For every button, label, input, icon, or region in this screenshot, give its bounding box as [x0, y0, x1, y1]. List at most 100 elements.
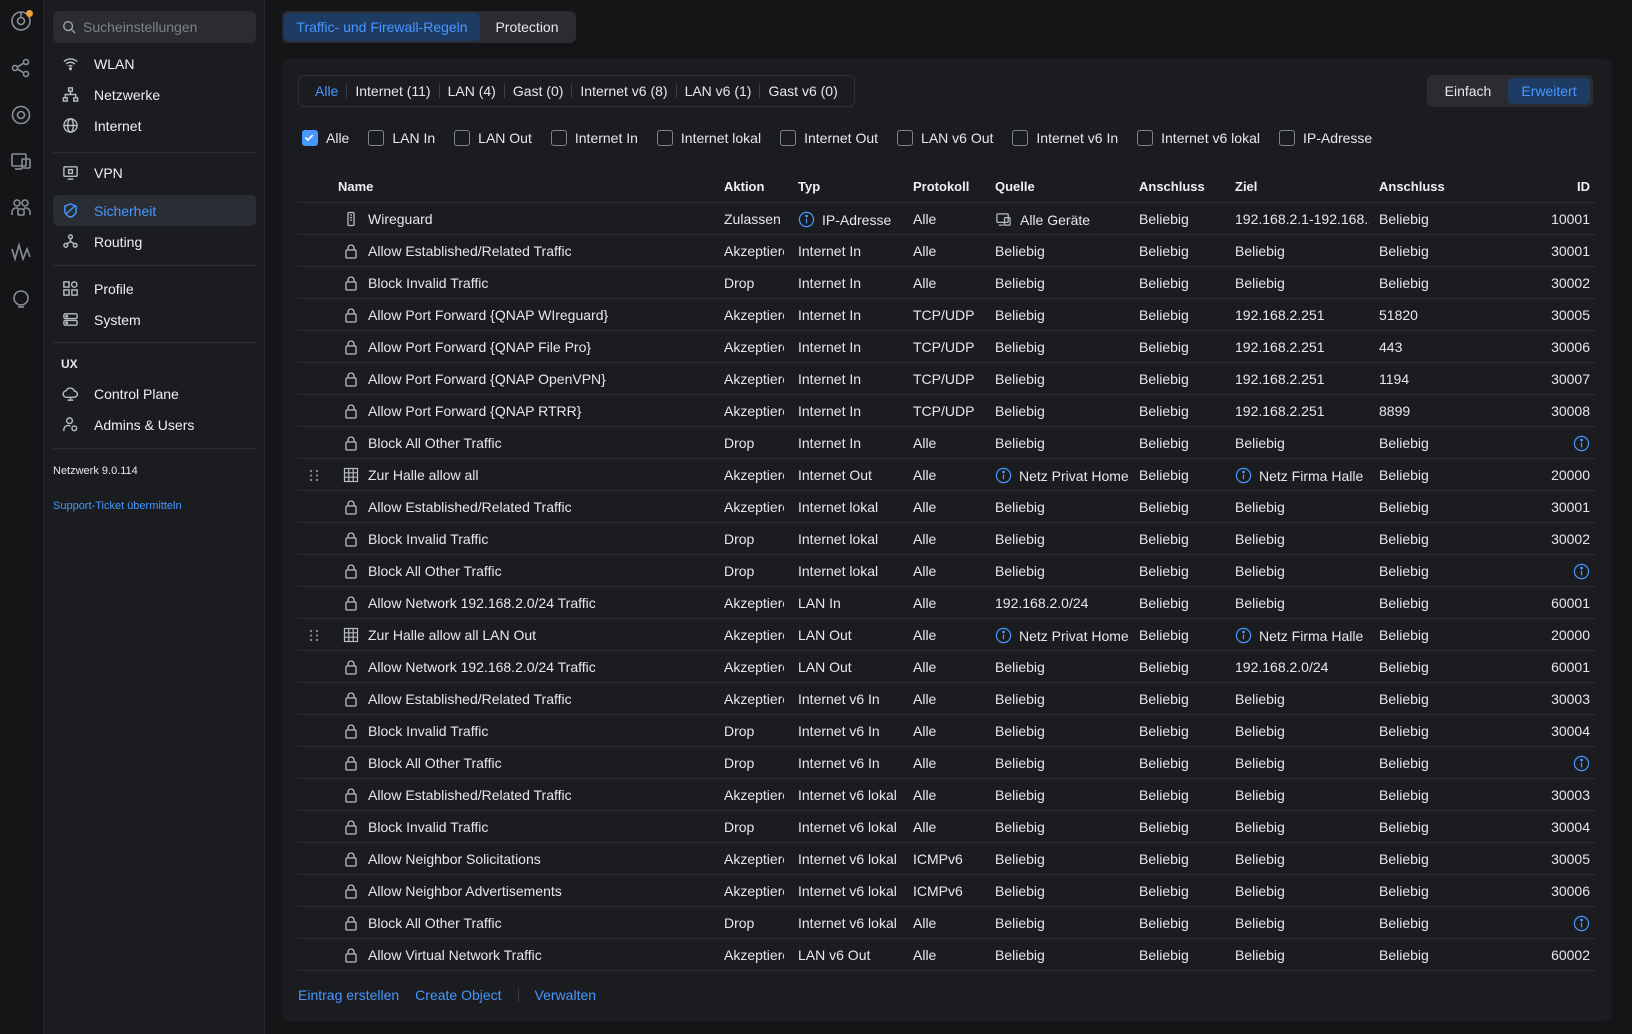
- checkbox-unchecked[interactable]: [1012, 130, 1029, 146]
- checkbox-filter[interactable]: LAN In: [368, 130, 435, 146]
- filter-tab-lan-v6[interactable]: LAN v6 (1): [677, 83, 760, 99]
- filter-tab-gast[interactable]: Gast (0): [505, 83, 572, 99]
- checkbox-filter[interactable]: Internet Out: [780, 130, 878, 146]
- manage-link[interactable]: Verwalten: [535, 987, 596, 1003]
- sidebar-item-admins-users[interactable]: Admins & Users: [53, 409, 256, 440]
- checkbox-unchecked[interactable]: [897, 130, 914, 146]
- sidebar-item-routing[interactable]: Routing: [53, 226, 256, 257]
- table-row[interactable]: Allow Virtual Network Traffic Akzeptieren…: [298, 939, 1596, 971]
- sidebar-item-system[interactable]: System: [53, 304, 256, 335]
- topology-icon[interactable]: [9, 56, 33, 80]
- table-row[interactable]: Allow Established/Related Traffic Akzepti…: [298, 683, 1596, 715]
- rule-source-port: Beliebig: [1139, 595, 1189, 611]
- rule-source-label: Beliebig: [995, 275, 1045, 291]
- checkbox-filter[interactable]: Internet v6 lokal: [1137, 130, 1260, 146]
- target-icon[interactable]: [9, 103, 33, 127]
- info-icon[interactable]: [1235, 627, 1252, 644]
- table-row[interactable]: Allow Established/Related Traffic Akzepti…: [298, 491, 1596, 523]
- filter-tab-internet-v6[interactable]: Internet v6 (8): [572, 83, 675, 99]
- create-object-link[interactable]: Create Object: [415, 987, 501, 1003]
- mode-einfach-button[interactable]: Einfach: [1430, 78, 1506, 104]
- drag-handle-icon[interactable]: [308, 629, 320, 642]
- table-row[interactable]: Block Invalid Traffic Drop Internet In Alle…: [298, 267, 1596, 299]
- checkbox-filter[interactable]: Internet lokal: [656, 130, 761, 146]
- sidebar-item-control-plane[interactable]: Control Plane: [53, 378, 256, 409]
- checkbox-filter[interactable]: LAN v6 Out: [897, 130, 993, 146]
- table-row[interactable]: Allow Port Forward {QNAP WIreguard} Akzep…: [298, 299, 1596, 331]
- filter-tab-alle[interactable]: Alle: [307, 83, 346, 99]
- mode-erweitert-button[interactable]: Erweitert: [1508, 78, 1590, 104]
- table-row[interactable]: Allow Port Forward {QNAP RTRR} Akzeptiere…: [298, 395, 1596, 427]
- table-row[interactable]: Allow Network 192.168.2.0/24 Traffic Akze…: [298, 587, 1596, 619]
- filter-tab-lan[interactable]: LAN (4): [440, 83, 504, 99]
- table-row[interactable]: Allow Port Forward {QNAP File Pro} Akzept…: [298, 331, 1596, 363]
- table-row[interactable]: Block All Other Traffic Drop Internet loka…: [298, 555, 1596, 587]
- info-icon[interactable]: [1573, 563, 1590, 580]
- info-icon[interactable]: [995, 627, 1012, 644]
- checkbox-unchecked[interactable]: [368, 130, 385, 146]
- table-row[interactable]: Block All Other Traffic Drop Internet In Al…: [298, 427, 1596, 459]
- sidebar-item-netzwerke[interactable]: Netzwerke: [53, 79, 256, 110]
- insights-icon[interactable]: [9, 287, 33, 311]
- table-row[interactable]: Allow Port Forward {QNAP OpenVPN} Akzepti…: [298, 363, 1596, 395]
- sidebar-item-wlan[interactable]: WLAN: [53, 48, 256, 79]
- table-row[interactable]: Wireguard Zulassen IP-Adresse Alle Alle Gerä…: [298, 203, 1596, 235]
- table-row[interactable]: Allow Network 192.168.2.0/24 Traffic Akze…: [298, 651, 1596, 683]
- checkbox-unchecked[interactable]: [1278, 130, 1295, 146]
- search-input[interactable]: [83, 11, 251, 43]
- info-icon[interactable]: [1573, 435, 1590, 452]
- filter-tab-internet[interactable]: Internet (11): [347, 83, 438, 99]
- table-row[interactable]: Block Invalid Traffic Drop Internet lokal A…: [298, 523, 1596, 555]
- devices-icon[interactable]: [9, 149, 33, 173]
- col-header-name[interactable]: Name: [338, 179, 373, 194]
- table-row[interactable]: Allow Established/Related Traffic Akzepti…: [298, 779, 1596, 811]
- drag-handle-icon[interactable]: [308, 469, 320, 482]
- statistics-icon[interactable]: [9, 241, 33, 265]
- filter-tab-gast-v6[interactable]: Gast v6 (0): [760, 83, 845, 99]
- col-header-anschluss-quelle[interactable]: Anschluss: [1139, 179, 1205, 194]
- checkbox-filter[interactable]: Internet v6 In: [1012, 130, 1118, 146]
- checkbox-unchecked[interactable]: [1137, 130, 1154, 146]
- table-row[interactable]: Allow Neighbor Advertisements Akzeptieren…: [298, 875, 1596, 907]
- info-icon[interactable]: [798, 211, 815, 228]
- checkbox-checked[interactable]: [302, 130, 318, 146]
- checkbox-unchecked[interactable]: [454, 130, 471, 146]
- table-row[interactable]: Block Invalid Traffic Drop Internet v6 In A…: [298, 715, 1596, 747]
- table-row[interactable]: Allow Neighbor Solicitations Akzeptieren I…: [298, 843, 1596, 875]
- table-row[interactable]: Zur Halle allow all LAN Out Akzeptieren LA…: [298, 619, 1596, 651]
- info-icon[interactable]: [1573, 915, 1590, 932]
- checkbox-filter[interactable]: LAN Out: [454, 130, 532, 146]
- sidebar-item-sicherheit[interactable]: Sicherheit: [53, 195, 256, 226]
- checkbox-filter[interactable]: Alle: [302, 130, 349, 146]
- table-row[interactable]: Block All Other Traffic Drop Internet v6 I…: [298, 747, 1596, 779]
- table-row[interactable]: Allow Established/Related Traffic Akzepti…: [298, 235, 1596, 267]
- create-entry-link[interactable]: Eintrag erstellen: [298, 987, 399, 1003]
- info-icon[interactable]: [1235, 467, 1252, 484]
- checkbox-unchecked[interactable]: [656, 130, 673, 146]
- info-icon[interactable]: [995, 467, 1012, 484]
- info-icon[interactable]: [1573, 755, 1590, 772]
- col-header-aktion[interactable]: Aktion: [724, 179, 764, 194]
- sidebar-item-vpn[interactable]: VPN: [53, 157, 256, 188]
- col-header-id[interactable]: ID: [1577, 179, 1590, 194]
- sidebar-item-profile[interactable]: Profile: [53, 273, 256, 304]
- sidebar-item-internet[interactable]: Internet: [53, 110, 256, 141]
- tab-protection[interactable]: Protection: [480, 13, 574, 41]
- table-row[interactable]: Block Invalid Traffic Drop Internet v6 lok…: [298, 811, 1596, 843]
- tab-traffic-firewall[interactable]: Traffic- und Firewall-Regeln: [284, 13, 480, 41]
- col-header-protokoll[interactable]: Protokoll: [913, 179, 969, 194]
- checkbox-filter[interactable]: IP-Adresse: [1278, 130, 1372, 146]
- col-header-quelle[interactable]: Quelle: [995, 179, 1035, 194]
- col-header-anschluss-ziel[interactable]: Anschluss: [1379, 179, 1445, 194]
- rule-name: Allow Established/Related Traffic: [368, 243, 572, 259]
- checkbox-unchecked[interactable]: [780, 130, 797, 146]
- search-box[interactable]: [53, 11, 256, 43]
- table-row[interactable]: Zur Halle allow all Akzeptieren Internet O…: [298, 459, 1596, 491]
- table-row[interactable]: Block All Other Traffic Drop Internet v6 l…: [298, 907, 1596, 939]
- checkbox-filter[interactable]: Internet In: [550, 130, 638, 146]
- clients-icon[interactable]: [9, 195, 33, 219]
- col-header-typ[interactable]: Typ: [798, 179, 820, 194]
- checkbox-unchecked[interactable]: [550, 130, 567, 146]
- col-header-ziel[interactable]: Ziel: [1235, 179, 1257, 194]
- support-ticket-link[interactable]: Support-Ticket übermitteln: [53, 500, 182, 512]
